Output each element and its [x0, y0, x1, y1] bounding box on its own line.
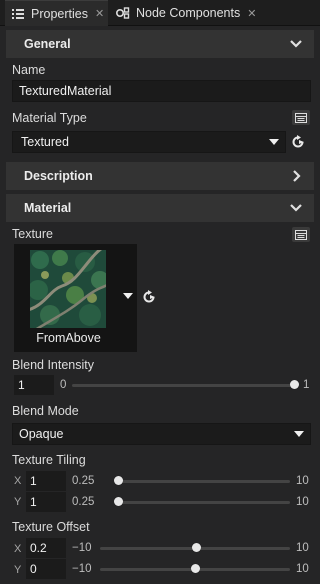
tiling-y-max: 10	[296, 496, 309, 508]
chevron-right-icon	[293, 170, 301, 182]
tiling-x-max: 10	[296, 475, 309, 487]
chevron-down-icon	[294, 431, 304, 437]
name-input[interactable]: TexturedMaterial	[12, 80, 311, 102]
name-label: Name	[12, 63, 46, 77]
offset-y-min: −10	[72, 563, 92, 575]
tiling-x-axis-label: X	[14, 475, 22, 487]
blend-mode-label: Blend Mode	[12, 404, 79, 418]
material-type-edit-button[interactable]	[292, 110, 310, 125]
offset-x-axis-label: X	[14, 543, 22, 555]
offset-x-min: −10	[72, 542, 92, 554]
section-title: Description	[24, 169, 93, 183]
material-type-label: Material Type	[12, 111, 87, 125]
chevron-down-icon	[269, 139, 279, 145]
reset-icon[interactable]	[142, 290, 156, 304]
chevron-down-icon	[290, 204, 302, 212]
blend-intensity-input[interactable]: 1	[14, 375, 54, 395]
offset-x-input[interactable]: 0.2	[26, 538, 66, 558]
offset-y-max: 10	[296, 563, 309, 575]
texture-thumbnail[interactable]	[30, 250, 106, 328]
close-icon[interactable]: ✕	[247, 7, 256, 20]
blend-intensity-max: 1	[303, 379, 310, 391]
tiling-y-input[interactable]: 1	[26, 492, 66, 512]
table-icon	[295, 112, 307, 123]
tiling-x-input[interactable]: 1	[26, 471, 66, 491]
blend-mode-value: Opaque	[19, 427, 64, 441]
offset-y-axis-label: Y	[14, 564, 22, 576]
section-title: Material	[24, 201, 72, 215]
tiling-x-min: 0.25	[72, 475, 95, 487]
tab-node-components-label: Node Components	[136, 6, 241, 20]
tiling-x-slider-track[interactable]	[118, 480, 290, 483]
blend-mode-dropdown[interactable]: Opaque	[12, 423, 311, 445]
chevron-down-icon	[290, 40, 302, 48]
offset-y-slider-thumb[interactable]	[190, 564, 200, 573]
blend-intensity-label: Blend Intensity	[12, 358, 94, 372]
section-title: General	[24, 37, 71, 51]
list-icon	[11, 8, 25, 19]
offset-y-input[interactable]: 0	[26, 559, 66, 579]
offset-x-slider-thumb[interactable]	[192, 543, 202, 552]
close-icon[interactable]: ✕	[95, 7, 104, 20]
chevron-down-icon[interactable]	[123, 293, 133, 299]
tiling-y-slider-thumb[interactable]	[113, 497, 123, 506]
section-general[interactable]: General	[6, 30, 314, 58]
blend-intensity-slider-track[interactable]	[72, 384, 294, 387]
texture-name: FromAbove	[36, 331, 101, 345]
section-material[interactable]: Material	[6, 194, 314, 222]
offset-x-max: 10	[296, 542, 309, 554]
tab-properties-label: Properties	[31, 6, 88, 21]
tab-properties[interactable]: Properties ✕	[5, 0, 108, 26]
material-type-value: Textured	[21, 135, 69, 149]
tiling-x-slider-thumb[interactable]	[113, 476, 123, 485]
tiling-y-axis-label: Y	[14, 496, 22, 508]
tiling-y-min: 0.25	[72, 496, 95, 508]
texture-tiling-label: Texture Tiling	[12, 453, 86, 467]
table-icon	[295, 229, 307, 240]
reset-icon[interactable]	[291, 135, 305, 149]
components-icon	[116, 7, 130, 19]
texture-offset-label: Texture Offset	[12, 520, 90, 534]
section-description[interactable]: Description	[6, 162, 314, 190]
tab-node-components[interactable]: Node Components ✕	[112, 0, 262, 26]
blend-intensity-min: 0	[60, 379, 67, 391]
texture-edit-button[interactable]	[292, 227, 310, 242]
blend-intensity-slider-thumb[interactable]	[289, 380, 299, 389]
material-type-dropdown[interactable]: Textured	[12, 131, 286, 153]
texture-label: Texture	[12, 227, 53, 241]
tiling-y-slider-track[interactable]	[118, 501, 290, 504]
